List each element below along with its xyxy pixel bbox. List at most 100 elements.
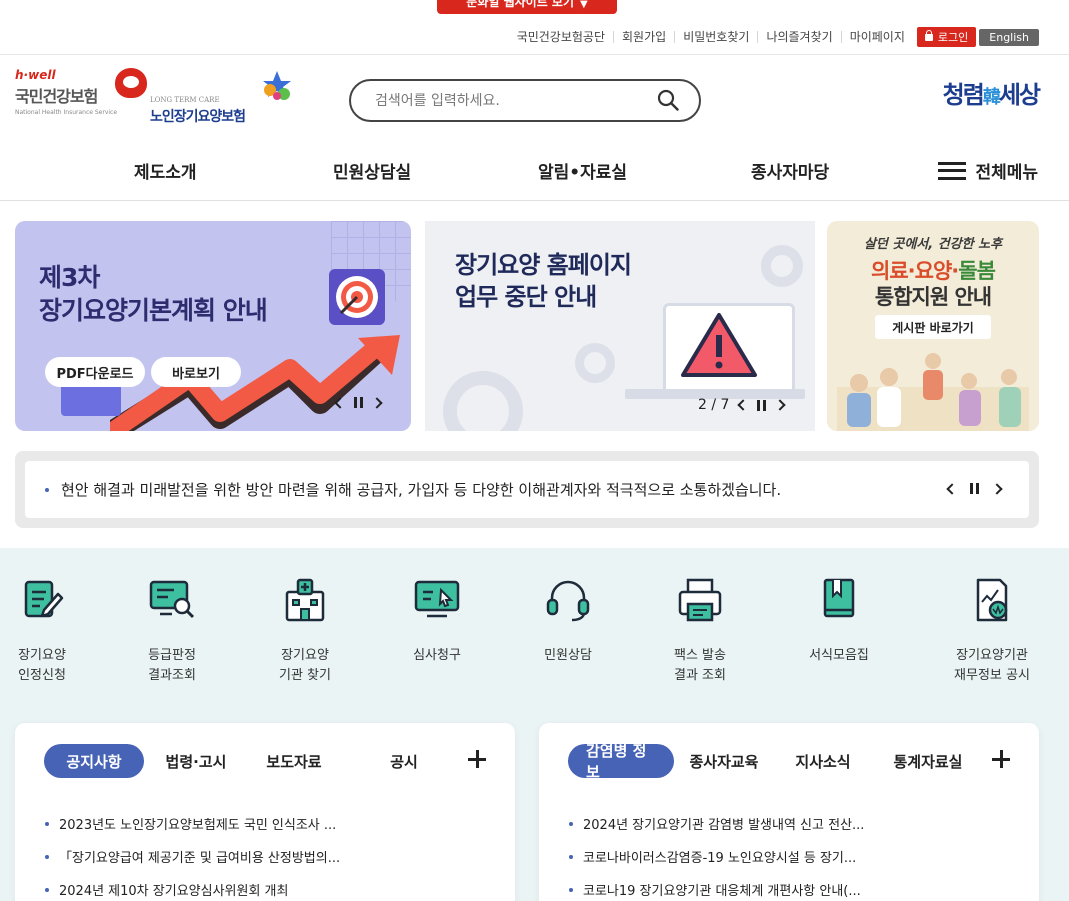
nav-system-intro[interactable]: 제도소개	[134, 158, 197, 183]
nav-civil-service[interactable]: 민원상담실	[333, 158, 411, 183]
tab-branch-news[interactable]: 지사소식	[783, 744, 863, 778]
finance-document-icon	[968, 576, 1016, 624]
banner-integrated-care[interactable]: 살던 곳에서, 건강한 노후 의료·요양·돌봄 통합지원 안내 게시판 바로가기	[827, 221, 1039, 431]
search-icon[interactable]	[657, 89, 679, 111]
board-notice-tabs: 공지사항 법령·고시 보도자료 공시	[44, 744, 495, 778]
main-navigation: 제도소개 민원상담실 알림•자료실 종사자마당 전체메뉴	[0, 158, 1069, 184]
tab-press[interactable]: 보도자료	[254, 744, 334, 778]
heart-icon	[115, 68, 147, 98]
integrity-logo[interactable]: 청렴韓세상	[942, 75, 1041, 110]
fax-icon	[676, 576, 724, 624]
tab-law-notice[interactable]: 법령·고시	[156, 744, 236, 778]
tab-worker-education[interactable]: 종사자교육	[678, 744, 770, 778]
integrity-logo-left: 청렴	[942, 81, 985, 109]
banner-counter: 2 / 7	[698, 397, 730, 413]
util-link-favorites[interactable]: 나의즐겨찾기	[757, 31, 840, 43]
site-tab-button[interactable]: 문화일 웹사이트 보기 ▼	[437, 0, 617, 14]
ticker-controls	[946, 482, 1003, 495]
quick-ltc-application[interactable]: 장기요양 인정신청	[0, 576, 92, 686]
quick-review-claim[interactable]: 심사청구	[387, 576, 487, 666]
tab-disclosure[interactable]: 공시	[374, 744, 434, 778]
book-icon	[815, 576, 863, 624]
login-button[interactable]: 로그인	[916, 27, 977, 47]
header-divider	[0, 54, 1069, 55]
logo-ltc-small: LONG TERM CARE	[150, 96, 220, 104]
board-info-list: 2024년 장기요양기관 감염병 발생내역 신고 전산... 코로나바이러스감염…	[569, 807, 864, 901]
more-plus-icon[interactable]	[468, 750, 486, 768]
banner-1-controls	[334, 396, 383, 409]
notice-ticker-text[interactable]: 현안 해결과 미래발전을 위한 방안 마련을 위해 공급자, 가입자 등 다양한…	[61, 479, 781, 500]
board-notice: 공지사항 법령·고시 보도자료 공시 2023년도 노인장기요양보험제도 국민 …	[15, 723, 515, 901]
lock-icon	[924, 29, 933, 41]
notice-ticker-content: 현안 해결과 미래발전을 위한 방안 마련을 위해 공급자, 가입자 등 다양한…	[25, 461, 1029, 518]
chevron-right-icon[interactable]	[991, 482, 1003, 495]
nav-notice-archive[interactable]: 알림•자료실	[538, 158, 627, 183]
search-input[interactable]	[375, 92, 645, 109]
pencil-document-icon	[18, 576, 66, 624]
monitor-search-icon	[148, 576, 196, 624]
list-item[interactable]: 코로나19 장기요양기관 대응체계 개편사항 안내(...	[569, 873, 864, 901]
headset-icon	[544, 576, 592, 624]
pause-icon[interactable]	[757, 399, 767, 411]
gear-icon	[575, 343, 615, 383]
site-tab-label: 문화일 웹사이트 보기	[466, 0, 574, 9]
target-icon	[329, 269, 385, 325]
list-item[interactable]: 「장기요양급여 제공기준 및 급여비용 산정방법의...	[45, 840, 340, 873]
util-link-nhis[interactable]: 국민건강보험공단	[509, 31, 613, 43]
hospital-icon	[281, 576, 329, 624]
utility-bar: 국민건강보험공단 회원가입 비밀번호찾기 나의즐겨찾기 마이페이지 로그인 En…	[509, 27, 1039, 47]
search-box	[349, 79, 701, 122]
hamburger-icon	[938, 161, 967, 180]
util-link-find-password[interactable]: 비밀번호찾기	[674, 31, 757, 43]
pause-icon[interactable]	[354, 397, 363, 408]
more-plus-icon[interactable]	[992, 750, 1010, 768]
ltc-logo[interactable]: LONG TERM CARE 노인장기요양보험	[150, 70, 300, 126]
nhis-logo[interactable]: h·well 국민건강보험 National Health Insurance …	[15, 68, 150, 128]
board-info: 감염병 정보 종사자교육 지사소식 통계자료실 2024년 장기요양기관 감염병…	[539, 723, 1039, 901]
list-item[interactable]: 코로나바이러스감염증-19 노인요양시설 등 장기...	[569, 840, 864, 873]
quick-grade-result[interactable]: 등급판정 결과조회	[122, 576, 222, 686]
chevron-left-icon[interactable]	[946, 482, 958, 495]
util-link-mypage[interactable]: 마이페이지	[840, 31, 913, 43]
quick-find-institution[interactable]: 장기요양 기관 찾기	[255, 576, 355, 686]
logo-ltc-name: 노인장기요양보험	[150, 109, 246, 125]
pdf-download-button[interactable]: PDF다운로드	[45, 357, 145, 387]
bullet-icon	[45, 487, 49, 492]
banner-2-controls: 2 / 7	[698, 397, 787, 413]
banner-integrated-care-title-2: 통합지원 안내	[874, 285, 992, 309]
tab-infection-info[interactable]: 감염병 정보	[568, 742, 674, 781]
gear-icon	[443, 371, 523, 431]
chevron-right-icon[interactable]	[371, 396, 383, 409]
nav-worker-yard[interactable]: 종사자마당	[751, 158, 829, 183]
board-notice-list: 2023년도 노인장기요양보험제도 국민 인식조사 ... 「장기요양급여 제공…	[45, 807, 340, 901]
tab-statistics[interactable]: 통계자료실	[878, 744, 978, 778]
list-item[interactable]: 2023년도 노인장기요양보험제도 국민 인식조사 ...	[45, 807, 340, 840]
integrity-logo-mid: 韓	[982, 87, 1001, 108]
quick-civil-consult[interactable]: 민원상담	[518, 576, 618, 666]
chevron-right-icon[interactable]	[774, 399, 787, 411]
util-link-signup[interactable]: 회원가입	[613, 31, 674, 43]
chevron-left-icon[interactable]	[334, 396, 346, 409]
quick-forms[interactable]: 서식모음집	[789, 576, 889, 666]
english-button[interactable]: English	[979, 28, 1039, 46]
chevron-down-icon: ▼	[580, 0, 588, 10]
integrity-logo-right: 세상	[998, 81, 1041, 109]
list-item[interactable]: 2024년 장기요양기관 감염병 발생내역 신고 전산...	[569, 807, 864, 840]
quick-fax-result[interactable]: 팩스 발송 결과 조회	[650, 576, 750, 686]
chevron-left-icon[interactable]	[737, 399, 750, 411]
star-logo-icon	[263, 71, 291, 100]
list-item[interactable]: 2024년 제10차 장기요양심사위원회 개최	[45, 873, 340, 901]
gear-icon	[761, 245, 803, 287]
go-board-button[interactable]: 게시판 바로가기	[875, 315, 991, 339]
warning-icon	[681, 313, 757, 377]
quick-finance-disclosure[interactable]: 장기요양기관 재무정보 공시	[942, 576, 1042, 686]
pause-icon[interactable]	[970, 483, 979, 494]
banner-ltc-plan-title: 제3차 장기요양기본계획 안내	[39, 263, 268, 325]
banner-service-outage[interactable]: 장기요양 홈페이지 업무 중단 안내 2 / 7	[425, 221, 815, 431]
banner-ltc-plan[interactable]: 제3차 장기요양기본계획 안내 PDF다운로드 바로보기	[15, 221, 411, 431]
banner-integrated-care-tagline: 살던 곳에서, 건강한 노후	[863, 237, 1003, 252]
all-menu-label: 전체메뉴	[975, 163, 1038, 183]
all-menu-button[interactable]: 전체메뉴	[938, 158, 1038, 183]
view-button[interactable]: 바로보기	[151, 357, 241, 387]
tab-notice[interactable]: 공지사항	[44, 744, 144, 778]
